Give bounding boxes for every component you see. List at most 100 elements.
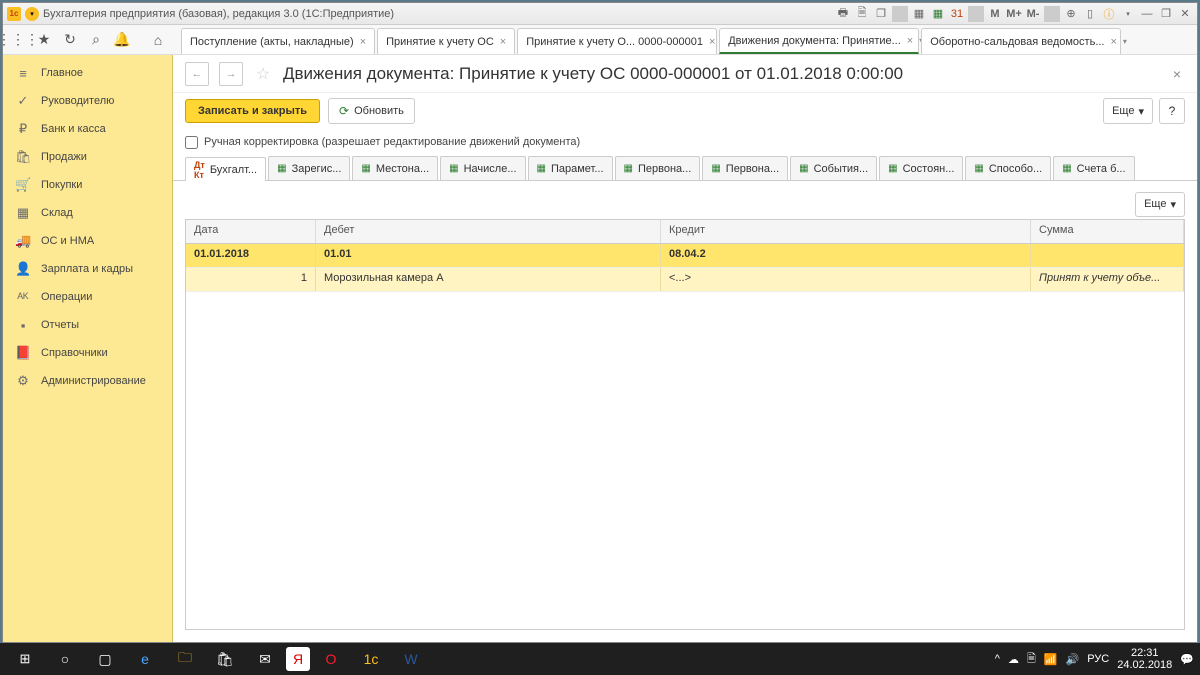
sidebar-item-manager[interactable]: ✓Руководителю [3, 87, 172, 115]
volume-icon[interactable]: 🔊 [1066, 653, 1080, 666]
reg-tab-9[interactable]: ▦Способо... [965, 156, 1051, 180]
clock[interactable]: 22:3124.02.2018 [1117, 647, 1172, 671]
reg-tab-5[interactable]: ▦Первона... [615, 156, 701, 180]
wifi-icon[interactable]: 📶 [1044, 653, 1058, 666]
cell-debit: 01.01 [316, 244, 661, 267]
tab-trial-balance[interactable]: Оборотно-сальдовая ведомость...×▾ [921, 28, 1121, 54]
cell-credit: 08.04.2 [661, 244, 1031, 267]
close-icon[interactable]: × [709, 36, 715, 48]
back-button[interactable]: ← [185, 62, 209, 86]
doc-icon[interactable]: 🗎 [854, 6, 870, 22]
system-tray: ^ ☁ 🗎 📶 🔊 РУС 22:3124.02.2018 💬 [995, 647, 1194, 671]
favorite-button[interactable]: ☆ [253, 64, 273, 84]
history-icon[interactable]: ↻ [61, 31, 79, 49]
1c-icon[interactable]: 1c [352, 645, 390, 673]
sidebar-item-catalogs[interactable]: 📕Справочники [3, 339, 172, 367]
manual-edit-checkbox[interactable] [185, 136, 198, 149]
lang-indicator[interactable]: РУС [1087, 653, 1109, 665]
m-minus-button[interactable]: M- [1025, 6, 1041, 22]
register-tabs: ДтКтБухгалт... ▦Зарегис... ▦Местона... ▦… [173, 155, 1197, 181]
tab-doc-movements[interactable]: Движения документа: Принятие...×▾ [719, 28, 919, 54]
sidebar-item-operations[interactable]: ᴬᴷОперации [3, 283, 172, 311]
save-close-button[interactable]: Записать и закрыть [185, 99, 320, 123]
close-icon[interactable]: ✕ [1177, 6, 1193, 22]
reg-tab-10[interactable]: ▦Счета б... [1053, 156, 1134, 180]
opera-icon[interactable]: O [312, 645, 350, 673]
reg-tab-3[interactable]: ▦Начисле... [440, 156, 525, 180]
m-plus-button[interactable]: M+ [1006, 6, 1022, 22]
table-icon[interactable]: ▦ [930, 6, 946, 22]
close-icon[interactable]: × [907, 35, 913, 47]
tray-up-icon[interactable]: ^ [995, 653, 1000, 665]
close-button[interactable]: × [1169, 64, 1185, 84]
m-button[interactable]: M [987, 6, 1003, 22]
forward-button[interactable]: → [219, 62, 243, 86]
help-button[interactable]: ? [1159, 98, 1185, 124]
notifications-icon[interactable]: 💬 [1180, 653, 1194, 666]
sidebar-item-main[interactable]: ≡Главное [3, 59, 172, 87]
search-icon[interactable]: ⌕ [87, 31, 105, 49]
reg-tab-8[interactable]: ▦Состоян... [879, 156, 963, 180]
sidebar-item-warehouse[interactable]: ▦Склад [3, 199, 172, 227]
copy-icon[interactable]: ❐ [873, 6, 889, 22]
search-button[interactable]: ○ [46, 645, 84, 673]
sidebar-item-salary[interactable]: 👤Зарплата и кадры [3, 255, 172, 283]
calc-icon[interactable]: ▦ [911, 6, 927, 22]
edge-icon[interactable]: e [126, 645, 164, 673]
table-row[interactable]: 01.01.2018 01.01 08.04.2 [186, 244, 1184, 268]
store-icon[interactable]: 🛍 [206, 645, 244, 673]
tab-asset-accept[interactable]: Принятие к учету ОС× [377, 28, 515, 54]
word-icon[interactable]: W [392, 645, 430, 673]
home-icon[interactable]: ⌂ [149, 31, 167, 49]
chevron-down-icon[interactable]: ▾ [1123, 37, 1127, 46]
refresh-button[interactable]: ⟳Обновить [328, 98, 415, 124]
table-row[interactable]: 1 Морозильная камера А <...> Принят к уч… [186, 268, 1184, 292]
info-dd-icon[interactable]: ▾ [1120, 6, 1136, 22]
col-sum[interactable]: Сумма [1031, 220, 1184, 243]
sidebar-item-reports[interactable]: ▪Отчеты [3, 311, 172, 339]
separator [1044, 6, 1060, 22]
zoom-icon[interactable]: ⊕ [1063, 6, 1079, 22]
bell-icon[interactable]: 🔔 [113, 31, 131, 49]
sidebar-item-admin[interactable]: ⚙Администрирование [3, 367, 172, 395]
tab-asset-000001[interactable]: Принятие к учету О... 0000-000001× [517, 28, 717, 54]
minimize-icon[interactable]: — [1139, 6, 1155, 22]
sidebar-item-purchases[interactable]: 🛒Покупки [3, 171, 172, 199]
star-icon[interactable]: ★ [35, 31, 53, 49]
reg-tab-6[interactable]: ▦Первона... [702, 156, 788, 180]
sidebar-item-assets[interactable]: 🚚ОС и НМА [3, 227, 172, 255]
reg-tab-1[interactable]: ▦Зарегис... [268, 156, 350, 180]
book-icon[interactable]: ▯ [1082, 6, 1098, 22]
explorer-icon[interactable]: 🗀 [166, 645, 204, 673]
grid-more-button[interactable]: Еще▾ [1135, 192, 1185, 217]
cal-icon[interactable]: 31 [949, 6, 965, 22]
doc-icon[interactable]: 🗎 [1027, 650, 1036, 669]
page-title: Движения документа: Принятие к учету ОС … [283, 64, 903, 84]
print-icon[interactable]: 🖶 [835, 6, 851, 22]
cell-n: 1 [186, 268, 316, 291]
col-debit[interactable]: Дебет [316, 220, 661, 243]
col-date[interactable]: Дата [186, 220, 316, 243]
close-icon[interactable]: × [1110, 36, 1116, 48]
reg-tab-2[interactable]: ▦Местона... [352, 156, 438, 180]
col-credit[interactable]: Кредит [661, 220, 1031, 243]
info-icon[interactable]: ⓘ [1101, 6, 1117, 22]
grid-body[interactable]: 01.01.2018 01.01 08.04.2 1 Морозильная к… [186, 244, 1184, 629]
sidebar-item-sales[interactable]: 🛍Продажи [3, 143, 172, 171]
apps-icon[interactable]: ⋮⋮⋮ [9, 31, 27, 49]
reg-tab-accounting[interactable]: ДтКтБухгалт... [185, 157, 266, 181]
more-button[interactable]: Еще▾ [1103, 98, 1153, 124]
sidebar-item-bank[interactable]: ₽Банк и касса [3, 115, 172, 143]
close-icon[interactable]: × [360, 36, 366, 48]
mail-icon[interactable]: ✉ [246, 645, 284, 673]
tab-receipts[interactable]: Поступление (акты, накладные)× [181, 28, 375, 54]
taskview-button[interactable]: ▢ [86, 645, 124, 673]
cloud-icon[interactable]: ☁ [1008, 653, 1019, 666]
app-dropdown-icon[interactable]: ▾ [25, 7, 39, 21]
yandex-icon[interactable]: Я [286, 647, 310, 671]
maximize-icon[interactable]: ❐ [1158, 6, 1174, 22]
close-icon[interactable]: × [500, 36, 506, 48]
start-button[interactable]: ⊞ [6, 645, 44, 673]
reg-tab-4[interactable]: ▦Парамет... [528, 156, 613, 180]
reg-tab-7[interactable]: ▦События... [790, 156, 877, 180]
